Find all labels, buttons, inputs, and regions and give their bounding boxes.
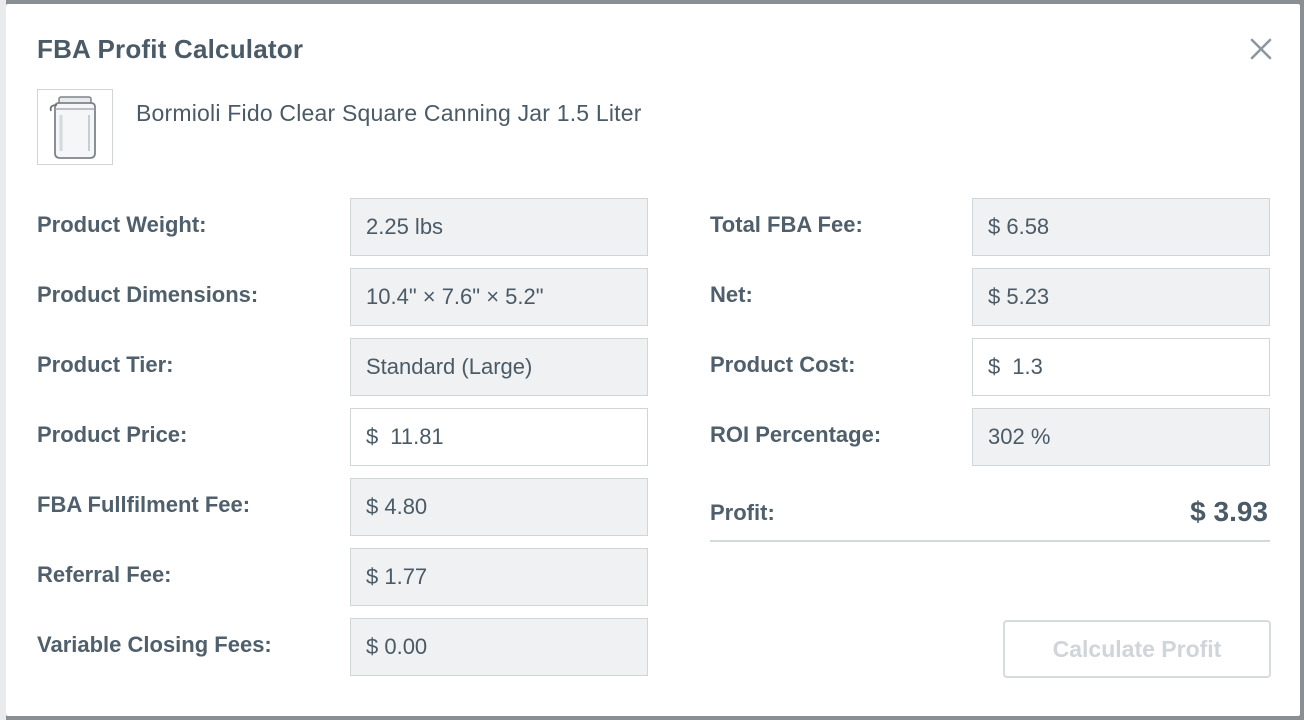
product-tier-label: Product Tier: xyxy=(37,352,174,377)
product-dimensions-field: 10.4" × 7.6" × 5.2" xyxy=(350,268,648,326)
product-cost-label: Product Cost: xyxy=(710,352,856,377)
fulfilment-fee-label: FBA Fullfilment Fee: xyxy=(37,492,251,517)
fba-profit-calculator-dialog: FBA Profit Calculator Bormioli Fido Clea… xyxy=(6,4,1300,716)
profit-value: $ 3.93 xyxy=(1190,496,1268,527)
roi-field: 302 % xyxy=(972,408,1270,466)
product-price-field[interactable]: $ xyxy=(350,408,648,466)
product-weight-row: Product Weight: 2.25 lbs xyxy=(37,198,657,258)
total-fba-fee-field: $ 6.58 xyxy=(972,198,1270,256)
roi-row: ROI Percentage: 302 % xyxy=(710,408,1272,468)
calculate-profit-button[interactable]: Calculate Profit xyxy=(1003,620,1271,678)
profit-label: Profit: xyxy=(710,500,775,525)
product-price-input[interactable] xyxy=(390,424,591,450)
referral-fee-field: $ 1.77 xyxy=(350,548,648,606)
referral-fee-label: Referral Fee: xyxy=(37,562,172,587)
closing-fees-label: Variable Closing Fees: xyxy=(37,632,272,657)
product-dimensions-row: Product Dimensions: 10.4" × 7.6" × 5.2" xyxy=(37,268,657,328)
net-field: $ 5.23 xyxy=(972,268,1270,326)
fulfilment-fee-row: FBA Fullfilment Fee: $ 4.80 xyxy=(37,478,657,538)
dialog-title: FBA Profit Calculator xyxy=(37,34,304,64)
product-tier-row: Product Tier: Standard (Large) xyxy=(37,338,657,398)
product-cost-row: Product Cost: $ xyxy=(710,338,1272,398)
product-weight-label: Product Weight: xyxy=(37,212,207,237)
product-tier-field: Standard (Large) xyxy=(350,338,648,396)
product-name: Bormioli Fido Clear Square Canning Jar 1… xyxy=(136,100,642,126)
fulfilment-fee-field: $ 4.80 xyxy=(350,478,648,536)
closing-fees-row: Variable Closing Fees: $ 0.00 xyxy=(37,618,657,678)
close-icon[interactable] xyxy=(1246,34,1276,64)
currency-symbol: $ xyxy=(988,354,1001,379)
roi-label: ROI Percentage: xyxy=(710,422,882,447)
product-weight-field: 2.25 lbs xyxy=(350,198,648,256)
total-fba-fee-label: Total FBA Fee: xyxy=(710,212,863,237)
product-thumbnail xyxy=(37,89,113,165)
profit-row: Profit: $ 3.93 xyxy=(710,484,1270,542)
product-price-row: Product Price: $ xyxy=(37,408,657,468)
product-cost-field[interactable]: $ xyxy=(972,338,1270,396)
canning-jar-icon xyxy=(49,96,96,159)
total-fba-fee-row: Total FBA Fee: $ 6.58 xyxy=(710,198,1272,258)
net-label: Net: xyxy=(710,282,753,307)
product-cost-input[interactable] xyxy=(1012,354,1213,380)
closing-fees-field: $ 0.00 xyxy=(350,618,648,676)
product-dimensions-label: Product Dimensions: xyxy=(37,282,259,307)
currency-symbol: $ xyxy=(366,424,379,449)
net-row: Net: $ 5.23 xyxy=(710,268,1272,328)
referral-fee-row: Referral Fee: $ 1.77 xyxy=(37,548,657,608)
product-price-label: Product Price: xyxy=(37,422,188,447)
